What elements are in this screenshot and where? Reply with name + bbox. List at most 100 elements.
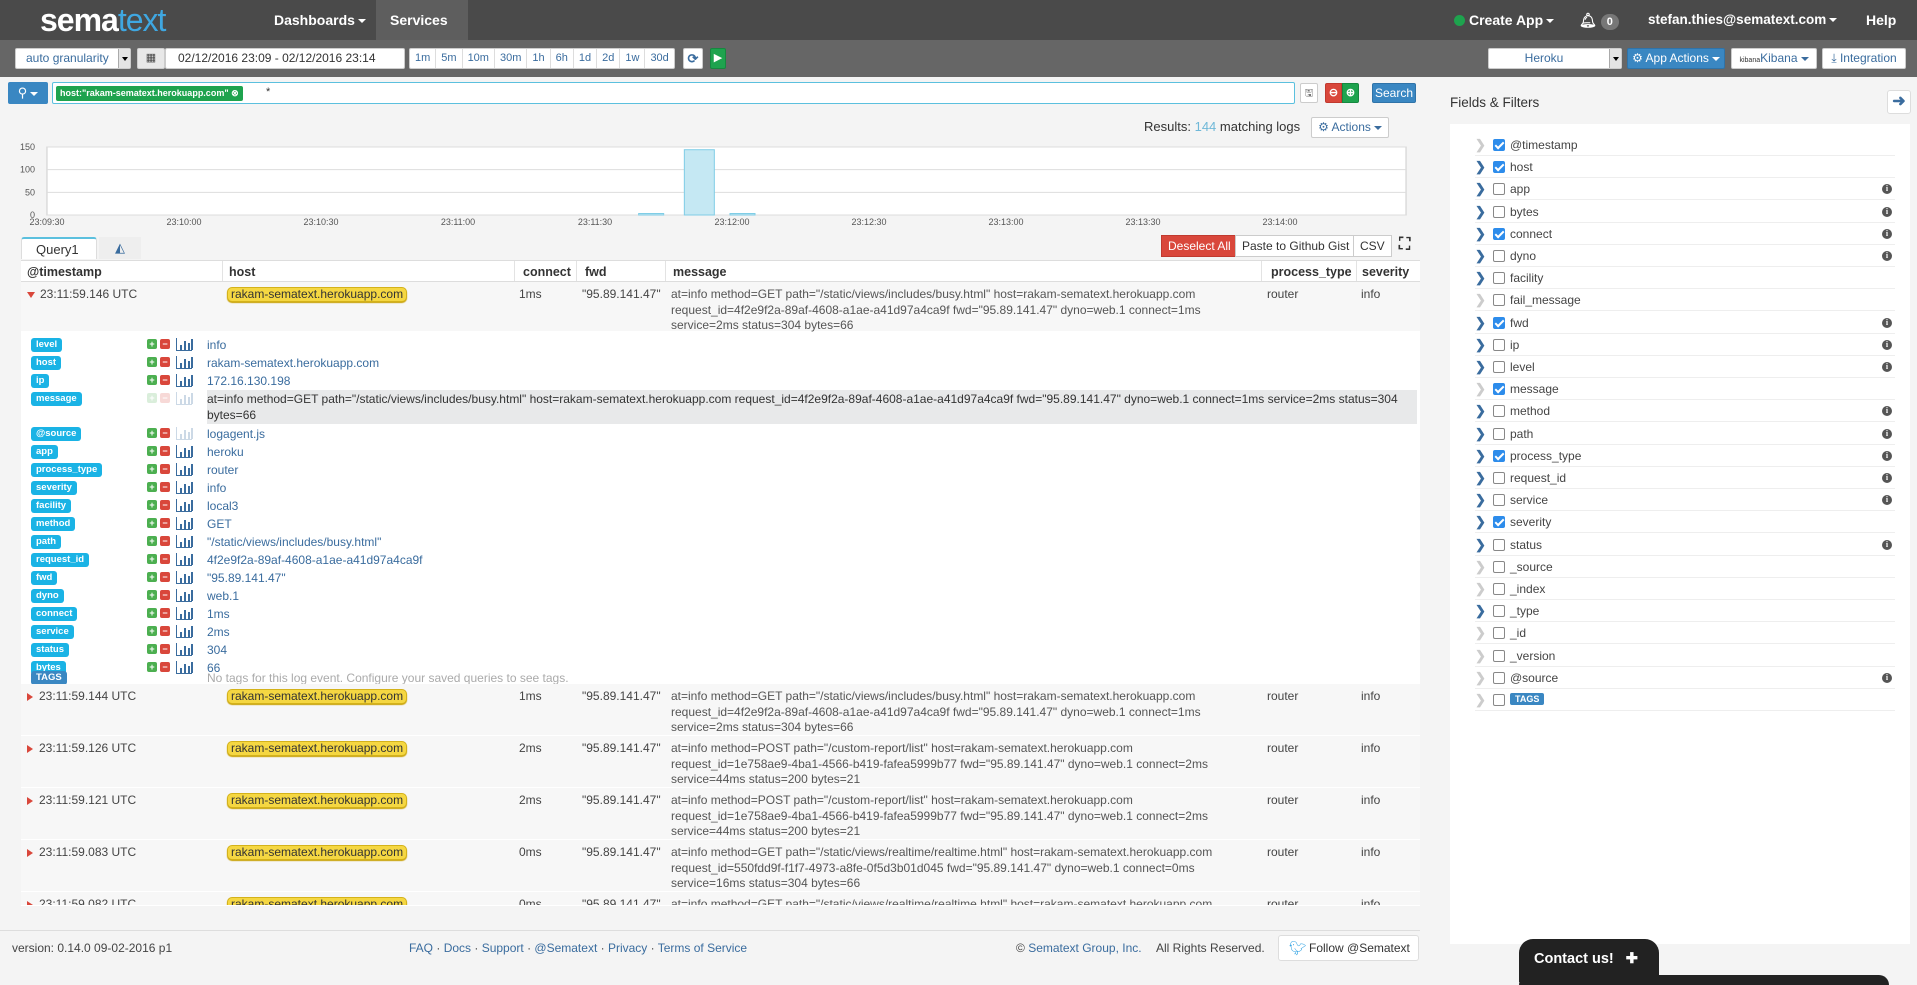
sematext-link[interactable]: @Sematext (534, 941, 597, 955)
filter-chip[interactable]: host:"rakam-sematext.herokuapp.com" ⊗ (56, 86, 243, 101)
dashboards-menu[interactable]: Dashboards (260, 0, 380, 40)
chevron-right-icon[interactable]: ❯ (1475, 670, 1486, 686)
field-item-tags[interactable]: ❯ TAGS (1475, 689, 1895, 711)
info-icon[interactable]: i (1882, 339, 1892, 350)
chevron-right-icon[interactable]: ❯ (1475, 270, 1486, 286)
field-checkbox[interactable] (1493, 671, 1505, 684)
column-message[interactable]: message (673, 265, 727, 279)
search-input[interactable]: host:"rakam-sematext.herokuapp.com" ⊗ * (52, 82, 1295, 104)
field-item-path[interactable]: ❯ path i (1475, 423, 1895, 445)
field-item-connect[interactable]: ❯ connect i (1475, 223, 1895, 245)
chevron-right-icon[interactable]: ❯ (1475, 359, 1486, 375)
terms-link[interactable]: Terms of Service (658, 941, 747, 955)
exclude-filter-icon[interactable]: − (160, 590, 170, 600)
row-timestamp[interactable]: 23:11:59.082 UTC (27, 897, 136, 905)
field-item-source[interactable]: ❯ _source (1475, 556, 1895, 578)
field-chart-icon[interactable] (176, 571, 193, 584)
field-item-method[interactable]: ❯ method i (1475, 400, 1895, 423)
info-icon[interactable]: i (1882, 317, 1892, 328)
date-range-input[interactable]: 02/12/2016 23:09 - 02/12/2016 23:14 (165, 48, 405, 69)
field-value[interactable]: router (207, 463, 238, 477)
chevron-right-icon[interactable]: ❯ (1475, 559, 1486, 575)
field-chart-icon[interactable] (176, 499, 193, 512)
field-checkbox[interactable] (1493, 139, 1505, 151)
github-gist-button[interactable]: Paste to Github Gist (1235, 235, 1357, 257)
add-filter-icon[interactable]: + (147, 626, 157, 636)
sematext-logo[interactable]: sematext (40, 2, 166, 39)
query-text[interactable]: * (266, 86, 270, 98)
contact-us-button[interactable]: Contact us! ✚ (1519, 939, 1659, 982)
column-severity[interactable]: severity (1362, 265, 1409, 279)
field-checkbox[interactable] (1493, 361, 1505, 373)
follow-twitter-button[interactable]: 🐦︎ Follow @Sematext (1278, 935, 1419, 961)
exclude-filter-icon[interactable]: − (160, 375, 170, 385)
add-filter-icon[interactable]: + (147, 536, 157, 546)
field-checkbox[interactable] (1493, 427, 1505, 440)
exclude-filter-icon[interactable]: − (160, 644, 170, 654)
field-checkbox[interactable] (1493, 205, 1505, 218)
column-process-type[interactable]: process_type (1271, 265, 1352, 279)
field-checkbox[interactable] (1493, 227, 1505, 240)
chevron-right-icon[interactable]: ❯ (1475, 137, 1486, 153)
row-timestamp[interactable]: 23:11:59.146 UTC (27, 287, 137, 301)
range-1d[interactable]: 1d (574, 49, 598, 68)
search-button[interactable]: Search (1372, 83, 1416, 103)
help-link[interactable]: Help (1852, 0, 1910, 40)
field-checkbox[interactable] (1493, 294, 1505, 307)
field-item-requestid[interactable]: ❯ request_id i (1475, 467, 1895, 489)
info-icon[interactable]: i (1882, 672, 1892, 683)
calendar-button[interactable]: ▦ (137, 48, 165, 69)
docs-link[interactable]: Docs (444, 941, 471, 955)
field-chart-icon[interactable] (176, 535, 193, 548)
chevron-right-icon[interactable]: ❯ (1475, 692, 1486, 708)
range-1m[interactable]: 1m (410, 49, 437, 68)
field-item-version[interactable]: ❯ _version (1475, 645, 1895, 667)
field-item-fwd[interactable]: ❯ fwd i (1475, 312, 1895, 334)
column-timestamp[interactable]: @timestamp (27, 265, 102, 279)
field-chart-icon[interactable] (176, 589, 193, 602)
add-filter-icon[interactable]: + (147, 500, 157, 510)
table-row[interactable]: 23:11:59.144 UTC rakam-sematext.herokuapp… (21, 684, 1420, 736)
field-checkbox[interactable] (1493, 694, 1505, 706)
exclude-filter-icon[interactable]: − (160, 572, 170, 582)
field-chart-icon[interactable] (176, 481, 193, 494)
field-item-severity[interactable]: ❯ severity (1475, 511, 1895, 534)
app-select[interactable]: Heroku (1488, 48, 1622, 69)
field-value[interactable]: logagent.js (207, 427, 265, 441)
field-chart-icon[interactable] (176, 607, 193, 620)
chevron-right-icon[interactable]: ❯ (1475, 492, 1486, 508)
field-value[interactable]: heroku (207, 445, 244, 459)
field-checkbox[interactable] (1493, 627, 1505, 640)
chevron-right-icon[interactable]: ❯ (1475, 581, 1486, 597)
chevron-right-icon[interactable]: ❯ (1475, 514, 1486, 530)
tab-chart[interactable]: ◭ (99, 237, 141, 259)
privacy-link[interactable]: Privacy (608, 941, 647, 955)
field-item-facility[interactable]: ❯ facility (1475, 267, 1895, 290)
add-filter-icon[interactable]: + (147, 644, 157, 654)
range-30d[interactable]: 30d (645, 49, 673, 68)
add-filter-icon[interactable]: + (147, 608, 157, 618)
exclude-filter-icon[interactable]: − (160, 428, 170, 438)
remove-filter-icon[interactable]: ⊗ (231, 88, 239, 98)
field-value[interactable]: web.1 (207, 589, 239, 603)
chevron-right-icon[interactable]: ❯ (1475, 403, 1486, 419)
column-connect[interactable]: connect (523, 265, 571, 279)
field-item-processtype[interactable]: ❯ process_type i (1475, 445, 1895, 467)
collapse-icon[interactable] (27, 291, 35, 298)
field-item-host[interactable]: ❯ host (1475, 156, 1895, 179)
expand-icon[interactable] (27, 692, 33, 701)
field-chart-icon[interactable] (176, 427, 193, 440)
integration-button[interactable]: ⤓ Integration (1822, 48, 1906, 69)
expand-icon[interactable] (27, 744, 33, 753)
field-value[interactable]: "95.89.141.47" (207, 571, 286, 585)
granularity-select[interactable]: auto granularity (15, 48, 131, 69)
chevron-right-icon[interactable]: ❯ (1475, 470, 1486, 486)
exclude-filter-icon[interactable]: − (160, 446, 170, 456)
chevron-right-icon[interactable]: ❯ (1475, 381, 1486, 397)
fullscreen-icon[interactable]: ⛶ (1399, 236, 1410, 254)
info-icon[interactable]: i (1882, 428, 1892, 439)
exclude-filter-icon[interactable]: − (160, 536, 170, 546)
services-menu[interactable]: Services (376, 0, 468, 64)
chevron-right-icon[interactable]: ❯ (1475, 292, 1486, 308)
chevron-right-icon[interactable]: ❯ (1475, 603, 1486, 619)
